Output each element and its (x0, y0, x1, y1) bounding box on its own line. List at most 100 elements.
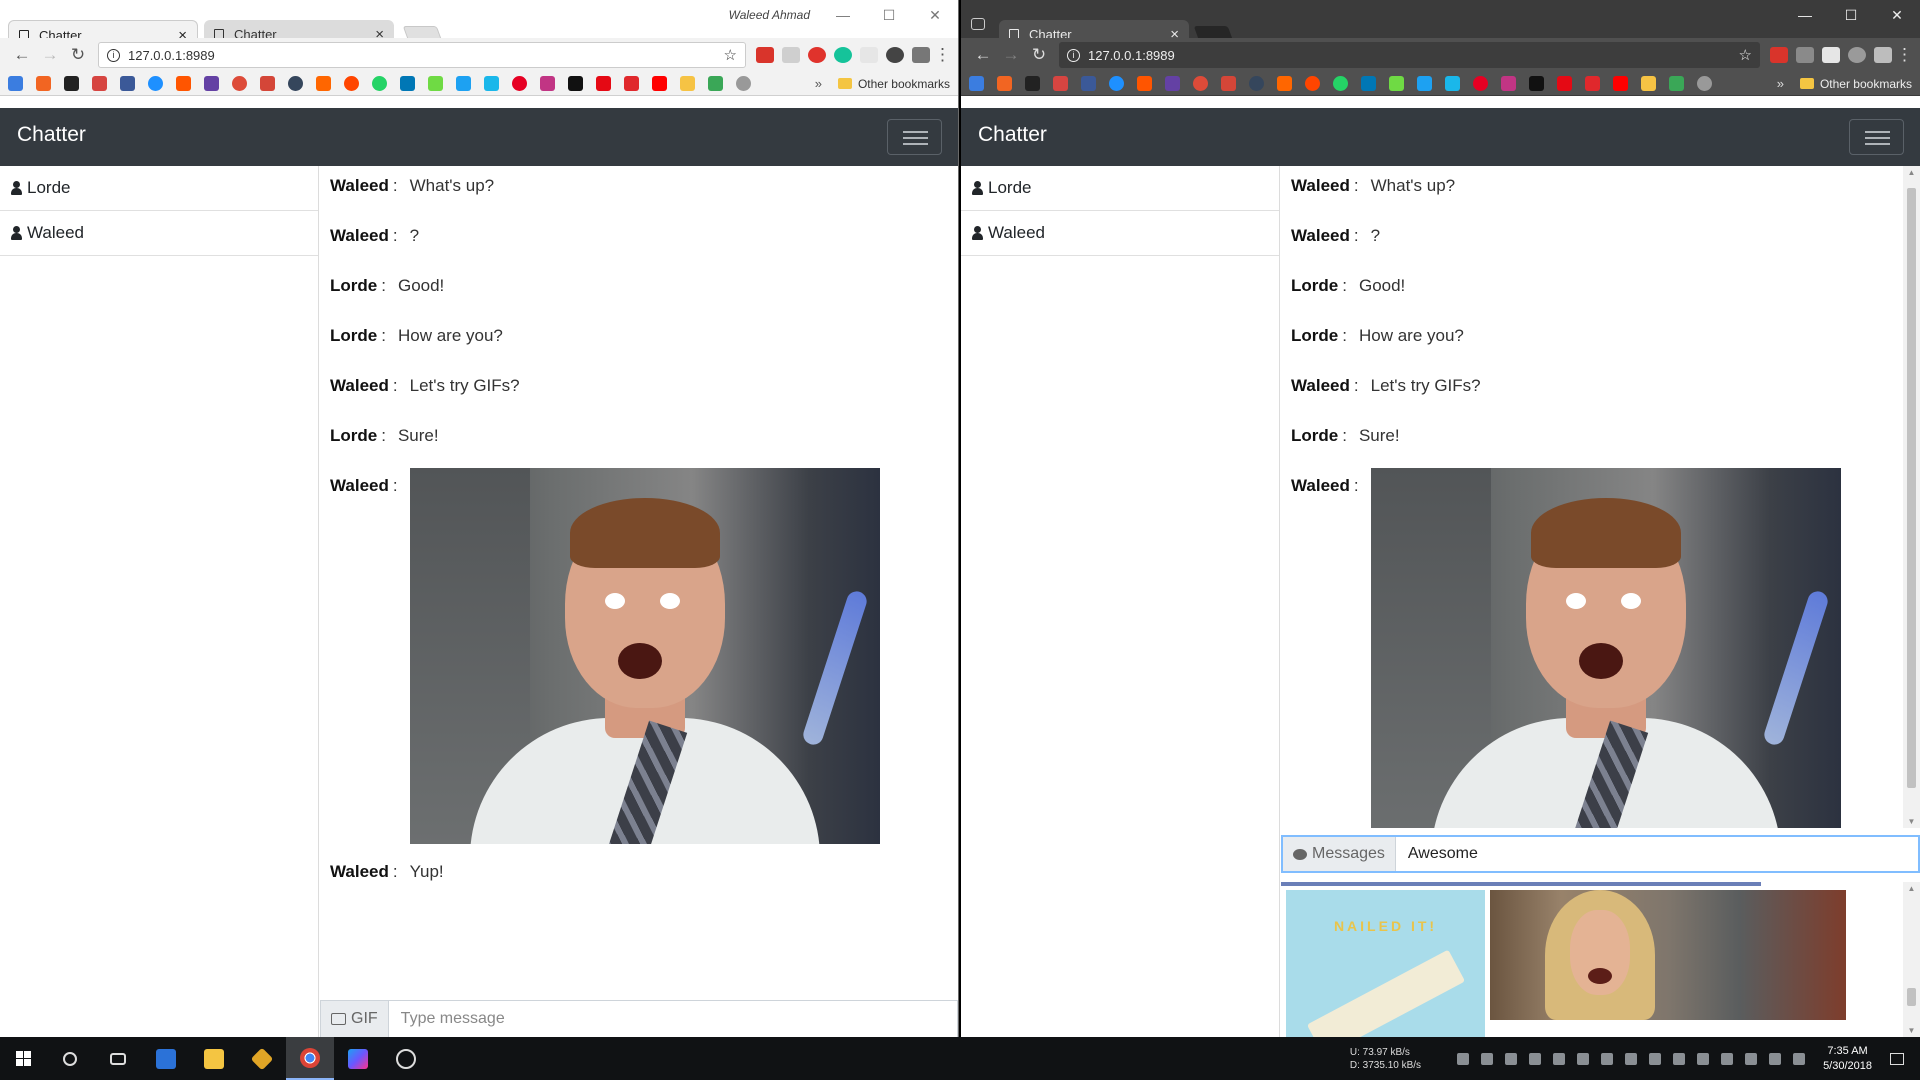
grammarly-icon[interactable] (834, 47, 852, 63)
nvidia-icon[interactable] (1577, 1052, 1590, 1065)
maximize-icon[interactable]: ☐ (866, 0, 912, 30)
extension-icon[interactable] (756, 47, 774, 63)
other-bookmarks[interactable]: Other bookmarks (1799, 77, 1912, 91)
file-explorer-icon[interactable] (190, 1037, 238, 1080)
user-item-lorde[interactable]: Lorde (0, 166, 318, 211)
tray-app-icon[interactable] (1625, 1052, 1638, 1065)
youtube-icon[interactable] (652, 76, 667, 91)
clock[interactable]: 7:35 AM 5/30/2018 (1823, 1044, 1872, 1074)
messenger-icon[interactable] (148, 76, 163, 91)
bookmark-star-icon[interactable]: ☆ (724, 46, 737, 64)
bookmark-icon[interactable] (708, 76, 723, 91)
minimize-icon[interactable]: — (1782, 0, 1828, 30)
instagram-icon[interactable] (540, 76, 555, 91)
extension-icon[interactable] (1874, 47, 1892, 63)
facebook-icon[interactable] (120, 76, 135, 91)
google-plus-icon[interactable] (1193, 76, 1208, 91)
app-brand[interactable]: Chatter (978, 123, 1047, 147)
vimeo-icon[interactable] (484, 76, 499, 91)
gif-result-excited[interactable] (1490, 890, 1846, 1020)
soundcloud-icon[interactable] (1137, 76, 1152, 91)
minimize-icon[interactable]: — (820, 0, 866, 30)
bookmarks-more-icon[interactable]: » (815, 76, 822, 91)
browser-menu-icon[interactable]: ⋮ (1896, 45, 1913, 65)
gmail-icon[interactable] (260, 76, 275, 91)
tumblr-icon[interactable] (288, 76, 303, 91)
tray-app-icon[interactable] (1601, 1052, 1614, 1065)
tray-app-icon[interactable] (1553, 1052, 1566, 1065)
scroll-thumb[interactable] (1907, 988, 1916, 1006)
tray-app-icon[interactable] (1529, 1052, 1542, 1065)
vimeo-icon[interactable] (1445, 76, 1460, 91)
tray-app-icon[interactable] (1481, 1052, 1494, 1065)
bookmark-icon[interactable] (1053, 76, 1068, 91)
user-item-waleed[interactable]: Waleed (961, 211, 1279, 256)
forward-icon[interactable]: → (997, 45, 1025, 65)
bookmark-icon[interactable] (624, 76, 639, 91)
hacker-news-icon[interactable] (1277, 76, 1292, 91)
bookmark-icon[interactable] (1641, 76, 1656, 91)
upwork-icon[interactable] (1389, 76, 1404, 91)
search-icon[interactable] (46, 1037, 94, 1080)
gif-result-nailed-it[interactable]: NAILED IT! (1286, 890, 1485, 1037)
app-brand[interactable]: Chatter (17, 123, 86, 147)
netflix-icon[interactable] (596, 76, 611, 91)
extension-icon[interactable] (860, 47, 878, 63)
notification-icon[interactable] (1890, 1052, 1904, 1065)
gif-result-partial[interactable] (1281, 882, 1761, 886)
user-item-lorde[interactable]: Lorde (961, 166, 1279, 211)
apple-icon[interactable] (1697, 76, 1712, 91)
info-icon[interactable]: i (1067, 48, 1080, 62)
network-icon[interactable] (1769, 1052, 1782, 1065)
hacker-news-icon[interactable] (316, 76, 331, 91)
bookmarks-more-icon[interactable]: » (1777, 76, 1784, 91)
extension-icon[interactable] (782, 47, 800, 63)
maximize-icon[interactable]: ☐ (1828, 0, 1874, 30)
scroll-thumb[interactable] (1907, 188, 1916, 788)
bookmark-icon[interactable] (680, 76, 695, 91)
medium-icon[interactable] (568, 76, 583, 91)
tray-app-icon[interactable] (1721, 1052, 1734, 1065)
instagram-icon[interactable] (1501, 76, 1516, 91)
twitch-icon[interactable] (1165, 76, 1180, 91)
google-plus-icon[interactable] (232, 76, 247, 91)
tray-app-icon[interactable] (1649, 1052, 1662, 1065)
chrome-icon[interactable] (286, 1037, 334, 1080)
medium-icon[interactable] (1529, 76, 1544, 91)
back-icon[interactable]: ← (8, 45, 36, 65)
extension-icon[interactable] (1770, 47, 1788, 63)
bookmark-icon[interactable] (1585, 76, 1600, 91)
messages-toggle-button[interactable]: Messages (1283, 837, 1396, 871)
adblock-icon[interactable] (808, 47, 826, 63)
volume-icon[interactable] (1697, 1052, 1710, 1065)
reload-icon[interactable]: ↻ (1025, 45, 1053, 65)
messenger-icon[interactable] (1109, 76, 1124, 91)
extension-icon[interactable] (1796, 47, 1814, 63)
twitter-icon[interactable] (1417, 76, 1432, 91)
bookmark-icon[interactable] (969, 76, 984, 91)
twitch-icon[interactable] (204, 76, 219, 91)
extension-icon[interactable] (886, 47, 904, 63)
tray-app-icon[interactable] (1745, 1052, 1758, 1065)
task-view-icon[interactable] (94, 1037, 142, 1080)
pinterest-icon[interactable] (512, 76, 527, 91)
reload-icon[interactable]: ↻ (64, 45, 92, 65)
steam-icon[interactable] (1673, 1052, 1686, 1065)
other-bookmarks[interactable]: Other bookmarks (837, 77, 950, 91)
app-icon[interactable] (142, 1037, 190, 1080)
messages-scrollbar[interactable]: ▲ ▼ (1903, 166, 1920, 828)
twitter-icon[interactable] (456, 76, 471, 91)
webstorm-icon[interactable] (334, 1037, 382, 1080)
soundcloud-icon[interactable] (176, 76, 191, 91)
bookmark-icon[interactable] (997, 76, 1012, 91)
whatsapp-icon[interactable] (1333, 76, 1348, 91)
message-input[interactable] (388, 1001, 957, 1037)
extension-icon[interactable] (1848, 47, 1866, 63)
extension-icon[interactable] (1822, 47, 1840, 63)
scroll-up-icon[interactable]: ▲ (1903, 884, 1920, 893)
facebook-icon[interactable] (1081, 76, 1096, 91)
bookmark-icon[interactable] (36, 76, 51, 91)
whatsapp-icon[interactable] (372, 76, 387, 91)
apple-icon[interactable] (736, 76, 751, 91)
back-icon[interactable]: ← (969, 45, 997, 65)
